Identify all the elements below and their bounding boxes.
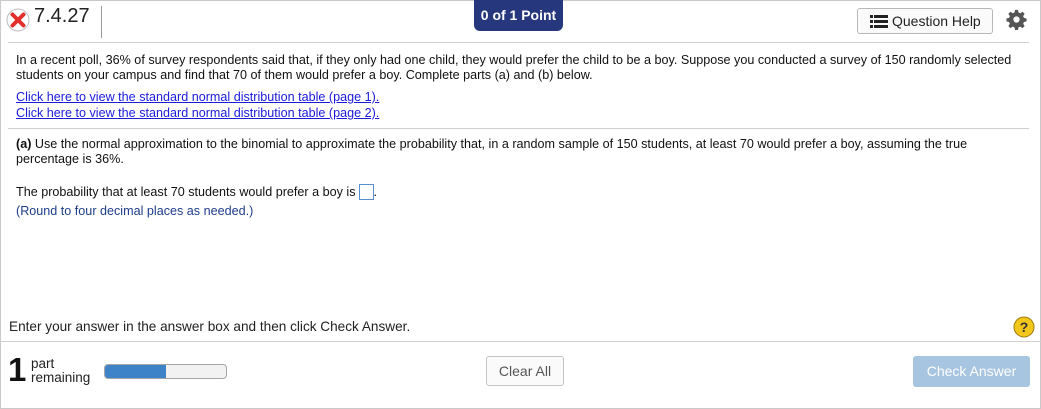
clear-all-button[interactable]: Clear All bbox=[486, 356, 564, 386]
check-answer-button[interactable]: Check Answer bbox=[913, 356, 1030, 387]
part-word: part bbox=[31, 356, 55, 371]
list-icon bbox=[870, 15, 888, 28]
header-separator bbox=[8, 42, 1029, 43]
answer-input[interactable] bbox=[358, 184, 374, 200]
parts-remaining-count: 1 bbox=[8, 351, 27, 388]
rounding-note: (Round to four decimal places as needed.… bbox=[16, 204, 254, 218]
gear-icon[interactable] bbox=[1006, 9, 1027, 30]
instruction-text: Enter your answer in the answer box and … bbox=[9, 319, 411, 334]
answer-suffix: . bbox=[373, 185, 378, 199]
header-divider bbox=[101, 6, 102, 38]
part-a-text: Use the normal approximation to the bino… bbox=[16, 137, 968, 166]
question-intro: In a recent poll, 36% of survey responde… bbox=[16, 53, 1012, 82]
content-separator bbox=[8, 128, 1029, 129]
answer-prompt: The probability that at least 70 student… bbox=[16, 185, 356, 199]
progress-bar bbox=[104, 364, 227, 379]
progress-fill bbox=[105, 365, 166, 378]
part-a-label: (a) bbox=[16, 137, 32, 151]
question-header: 7.4.27 0 of 1 Point Question Help bbox=[0, 0, 1041, 40]
answer-line: The probability that at least 70 student… bbox=[16, 184, 377, 200]
x-circle-icon bbox=[6, 8, 30, 32]
question-number: 7.4.27 bbox=[34, 5, 90, 27]
question-help-label: Question Help bbox=[892, 13, 981, 29]
normal-table-link-page-2[interactable]: Click here to view the standard normal d… bbox=[16, 106, 379, 121]
part-a-question: (a) Use the normal approximation to the … bbox=[16, 137, 1016, 167]
score-badge: 0 of 1 Point bbox=[474, 0, 563, 31]
remaining-word: remaining bbox=[31, 370, 91, 385]
svg-text:?: ? bbox=[1020, 319, 1029, 335]
footer-separator bbox=[0, 341, 1041, 342]
question-help-button[interactable]: Question Help bbox=[857, 8, 993, 34]
parts-remaining-text: part remaining bbox=[31, 357, 90, 385]
normal-table-link-page-1[interactable]: Click here to view the standard normal d… bbox=[16, 90, 379, 105]
question-circle-icon[interactable]: ? bbox=[1013, 316, 1035, 338]
